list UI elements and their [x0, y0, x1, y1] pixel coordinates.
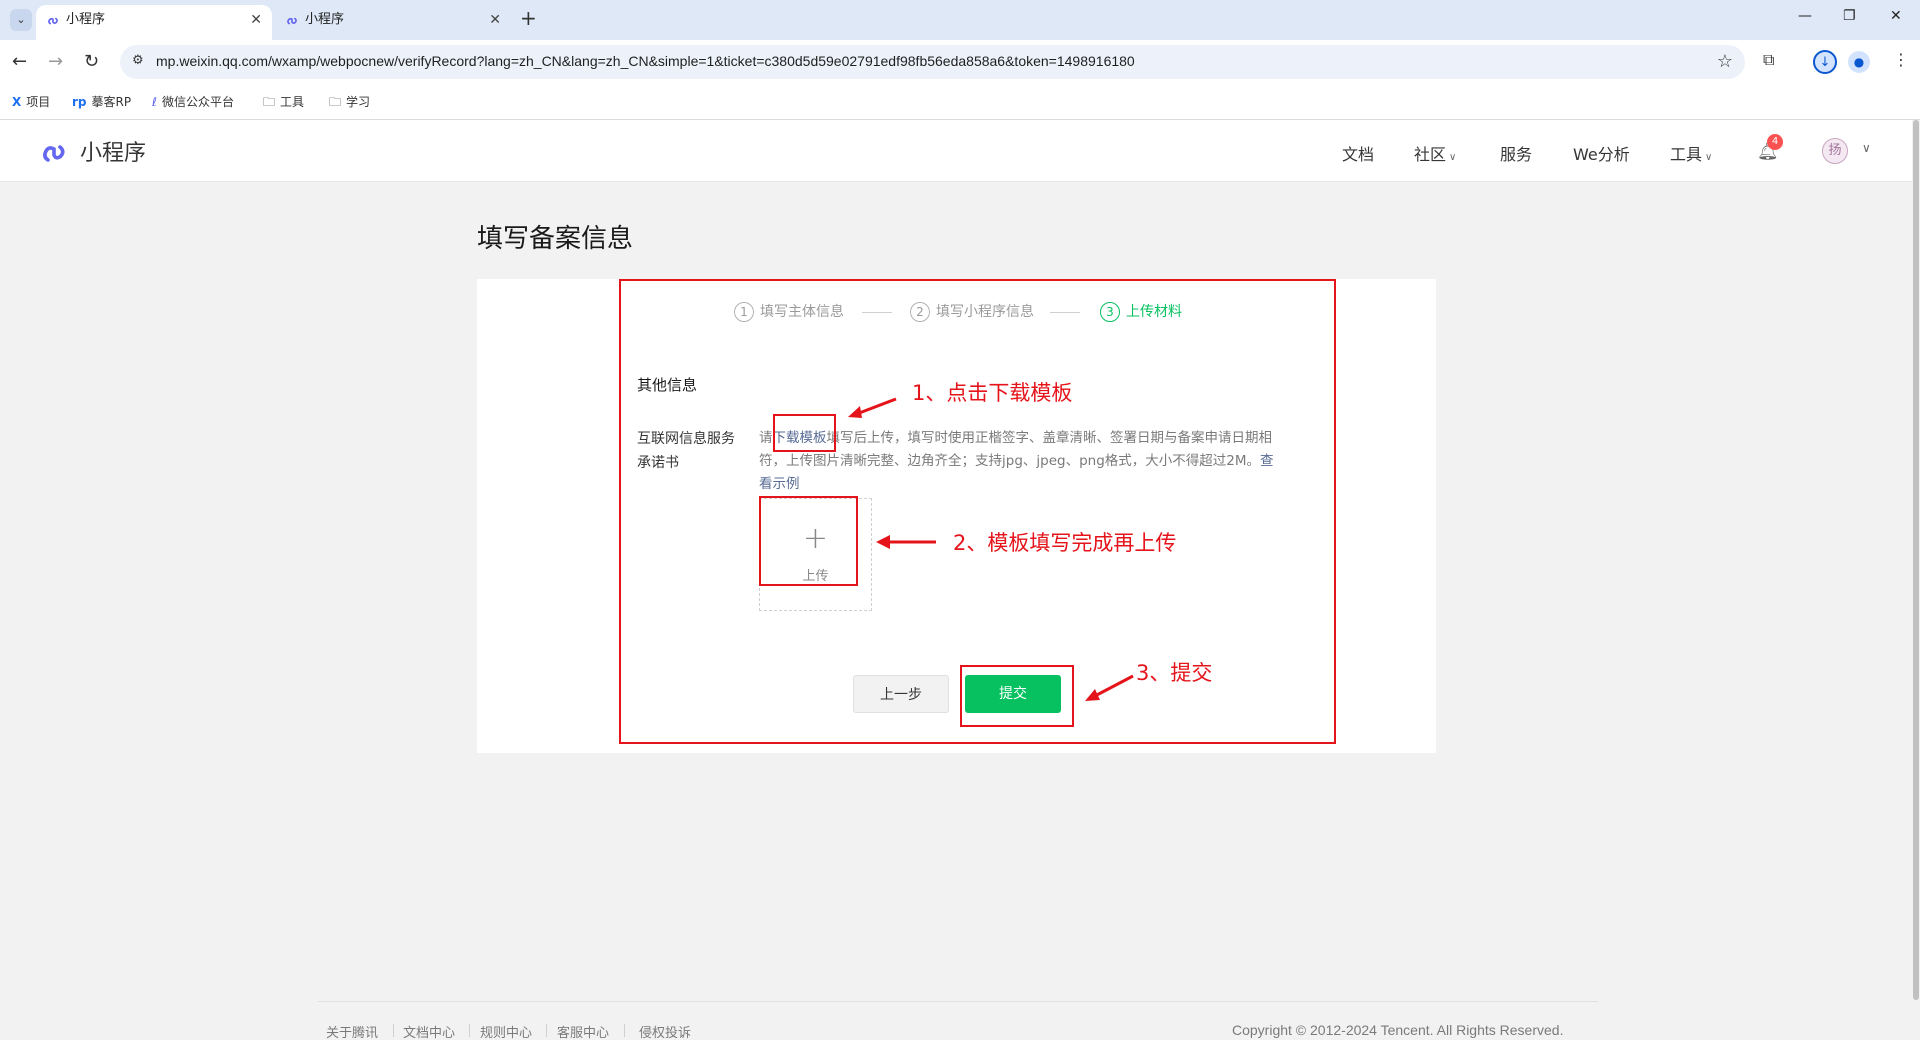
mockrp-logo-icon: rp — [72, 95, 87, 109]
footer-separator — [624, 1024, 625, 1037]
tab-title: 小程序 — [66, 12, 106, 27]
chevron-down-icon[interactable]: ∨ — [1862, 141, 1871, 155]
bookmark-star-icon[interactable]: ☆ — [1717, 51, 1733, 72]
new-tab-icon[interactable]: + — [520, 6, 537, 30]
footer-separator — [393, 1024, 394, 1037]
nav-services[interactable]: 服务 — [1500, 141, 1532, 165]
site-header: 小程序 文档 社区 ∨ 服务 We分析 工具 ∨ 🔔︎ 4 扬 ∨ — [0, 120, 1920, 182]
close-tab-icon[interactable]: ✕ — [250, 5, 262, 35]
bookmark-item[interactable]: rp 摹客RP — [72, 93, 131, 110]
miniprogram-logo-icon[interactable] — [40, 136, 70, 166]
miniprogram-favicon-icon — [287, 17, 297, 25]
annotation-arrow-icon — [876, 535, 936, 549]
miniprogram-favicon-icon: ℓ — [152, 95, 157, 109]
bookmark-folder[interactable]: 🗀 工具 — [263, 93, 304, 114]
footer-separator — [469, 1024, 470, 1037]
address-bar[interactable]: ⚙ mp.weixin.qq.com/wxamp/webpocnew/verif… — [120, 45, 1745, 79]
annotation-arrow-icon — [848, 397, 897, 418]
bookmark-folder[interactable]: 🗀 学习 — [329, 93, 370, 114]
footer-link-docs[interactable]: 文档中心 — [403, 1022, 455, 1040]
bookmark-item[interactable]: X 项目 — [12, 93, 50, 110]
notification-badge: 4 — [1767, 134, 1783, 150]
close-tab-icon[interactable]: ✕ — [489, 5, 501, 35]
footer-link-infringement[interactable]: 侵权投诉 — [639, 1022, 691, 1040]
forward-icon[interactable]: → — [48, 51, 63, 72]
footer-separator — [546, 1024, 547, 1037]
url-text[interactable]: mp.weixin.qq.com/wxamp/webpocnew/verifyR… — [156, 53, 1135, 69]
annotation-step-2: 2、模板填写完成再上传 — [953, 531, 1177, 555]
menu-kebab-icon[interactable]: ⋮ — [1893, 50, 1909, 69]
annotation-arrow-icon — [1085, 674, 1134, 701]
avatar[interactable]: 扬 — [1822, 138, 1848, 164]
bookmark-item[interactable]: ℓ 微信公众平台 — [152, 93, 234, 110]
close-window-icon[interactable]: ✕ — [1890, 8, 1902, 24]
annotation-submit-box — [960, 665, 1074, 727]
copyright-text: Copyright © 2012-2024 Tencent. All Right… — [1232, 1022, 1564, 1038]
download-icon[interactable]: ↓ — [1813, 50, 1837, 74]
browser-tab-bar: ⌄ 小程序 ✕ 小程序 ✕ + — ❐ ✕ — [0, 0, 1920, 40]
footer-divider — [318, 1001, 1598, 1002]
nav-tools[interactable]: 工具 ∨ — [1670, 141, 1712, 165]
tab-title: 小程序 — [305, 12, 345, 27]
site-info-icon[interactable]: ⚙ — [132, 53, 144, 68]
reload-icon[interactable]: ↻ — [84, 51, 99, 72]
browser-toolbar: ← → ↻ ⚙ mp.weixin.qq.com/wxamp/webpocnew… — [0, 40, 1920, 84]
restore-icon[interactable]: ❐ — [1843, 8, 1856, 24]
annotation-step-3: 3、提交 — [1136, 661, 1213, 685]
chevron-down-icon: ∨ — [1705, 152, 1713, 163]
annotation-upload-box — [759, 496, 858, 586]
footer-link-rules[interactable]: 规则中心 — [480, 1022, 532, 1040]
tab-active[interactable]: 小程序 ✕ — [36, 5, 272, 40]
folder-icon: 🗀 — [263, 95, 276, 109]
chevron-down-icon: ∨ — [1449, 152, 1457, 163]
profile-icon[interactable]: ● — [1848, 51, 1870, 73]
minimize-icon[interactable]: — — [1798, 8, 1812, 24]
bookmarks-bar: X 项目 rp 摹客RP ℓ 微信公众平台 🗀 工具 🗀 学习 — [0, 84, 1920, 120]
nav-we-analysis[interactable]: We分析 — [1573, 141, 1630, 165]
footer-link-about[interactable]: 关于腾讯 — [326, 1022, 378, 1040]
extensions-icon[interactable]: ⧉ — [1763, 50, 1774, 70]
tab-search-button[interactable]: ⌄ — [10, 9, 32, 31]
back-icon[interactable]: ← — [12, 51, 27, 72]
nav-community[interactable]: 社区 ∨ — [1414, 141, 1456, 165]
logo-text[interactable]: 小程序 — [80, 135, 146, 167]
tab-inactive[interactable]: 小程序 ✕ — [275, 5, 511, 40]
folder-icon: 🗀 — [329, 95, 342, 109]
nav-docs[interactable]: 文档 — [1342, 141, 1374, 165]
annotation-link-box — [773, 414, 836, 452]
scrollbar-thumb[interactable] — [1913, 120, 1919, 1000]
miniprogram-favicon-icon — [48, 17, 58, 25]
x-logo-icon: X — [12, 95, 22, 109]
page-title: 填写备案信息 — [477, 224, 634, 254]
annotation-step-1: 1、点击下载模板 — [912, 381, 1073, 405]
footer-link-support[interactable]: 客服中心 — [557, 1022, 609, 1040]
